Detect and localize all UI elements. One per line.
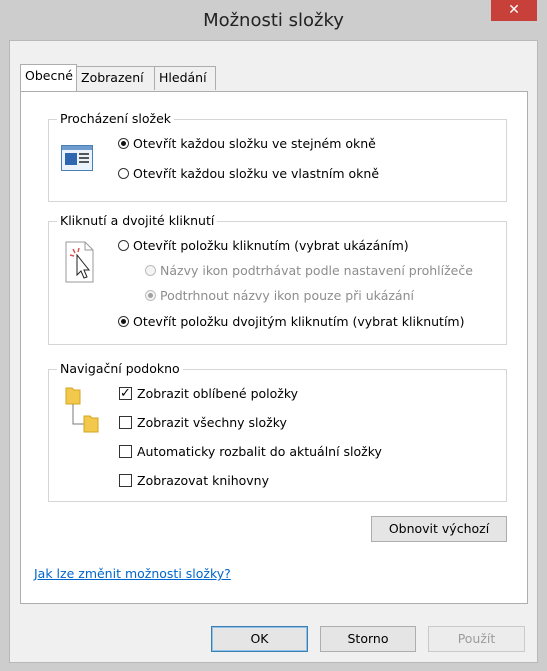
radio-dot[interactable]	[118, 240, 129, 251]
radio-open-own-window[interactable]: Otevřít každou složku ve vlastním okně	[118, 166, 379, 181]
folder-tree-icon	[65, 387, 99, 433]
close-button[interactable]: ✕	[491, 0, 537, 21]
checkbox-show-favorites[interactable]: ✓ Zobrazit oblíbené položky	[119, 386, 298, 401]
folder-options-dialog: Možnosti složky ✕ Obecné Zobrazení Hledá…	[0, 0, 547, 671]
checkbox-show-all-folders[interactable]: Zobrazit všechny složky	[119, 415, 287, 430]
radio-dot[interactable]	[118, 168, 129, 179]
radio-underline-browser[interactable]: Názvy ikon podtrhávat podle nastavení pr…	[145, 263, 473, 278]
checkbox-box[interactable]	[119, 474, 132, 487]
checkbox-label: Zobrazit oblíbené položky	[137, 386, 299, 401]
radio-label: Otevřít položku kliknutím (vybrat ukázán…	[133, 238, 409, 253]
radio-label: Otevřít položku dvojitým kliknutím (vybr…	[133, 314, 465, 329]
radio-label: Otevřít každou složku ve vlastním okně	[133, 166, 380, 181]
checkbox-box[interactable]	[119, 416, 132, 429]
checkbox-label: Zobrazit všechny složky	[137, 415, 287, 430]
window-title: Možnosti složky	[203, 10, 344, 31]
radio-label: Podtrhnout názvy ikon pouze při ukázání	[160, 288, 414, 303]
tab-general[interactable]: Obecné	[20, 64, 77, 91]
tab-view[interactable]: Zobrazení	[76, 66, 155, 90]
radio-label: Názvy ikon podtrhávat podle nastavení pr…	[160, 263, 473, 278]
radio-dot[interactable]	[118, 138, 129, 149]
restore-defaults-button[interactable]: Obnovit výchozí	[371, 516, 507, 542]
radio-double-click[interactable]: Otevřít položku dvojitým kliknutím (vybr…	[118, 314, 464, 329]
checkbox-label: Automaticky rozbalit do aktuální složky	[137, 444, 382, 459]
checkbox-box[interactable]: ✓	[119, 387, 132, 400]
radio-underline-point[interactable]: Podtrhnout názvy ikon pouze při ukázání	[145, 288, 414, 303]
apply-button[interactable]: Použít	[428, 626, 525, 652]
radio-single-click[interactable]: Otevřít položku kliknutím (vybrat ukázán…	[118, 238, 409, 253]
nav-pane-legend: Navigační podokno	[57, 361, 183, 376]
tab-panel-general: Procházení složek Otevřít každou složku …	[20, 91, 528, 604]
browse-folders-legend: Procházení složek	[57, 111, 175, 126]
title-bar[interactable]: Možnosti složky ✕	[0, 0, 547, 40]
checkbox-auto-expand[interactable]: Automaticky rozbalit do aktuální složky	[119, 444, 382, 459]
help-link[interactable]: Jak lze změnit možnosti složky?	[34, 566, 231, 581]
radio-label: Otevřít každou složku ve stejném okně	[133, 136, 376, 151]
radio-dot[interactable]	[145, 290, 156, 301]
checkbox-label: Zobrazovat knihovny	[137, 473, 270, 488]
radio-dot[interactable]	[145, 265, 156, 276]
radio-dot[interactable]	[118, 316, 129, 327]
tab-search[interactable]: Hledání	[154, 66, 216, 90]
browse-folders-group: Procházení složek	[48, 111, 507, 202]
radio-open-same-window[interactable]: Otevřít každou složku ve stejném okně	[118, 136, 376, 151]
folder-window-icon	[61, 145, 93, 171]
pointer-click-icon	[65, 241, 94, 283]
checkbox-show-libraries[interactable]: Zobrazovat knihovny	[119, 473, 269, 488]
cancel-button[interactable]: Storno	[320, 626, 416, 652]
click-legend: Kliknutí a dvojité kliknutí	[57, 213, 218, 228]
close-icon: ✕	[508, 2, 520, 18]
checkbox-box[interactable]	[119, 445, 132, 458]
ok-button[interactable]: OK	[211, 626, 308, 652]
